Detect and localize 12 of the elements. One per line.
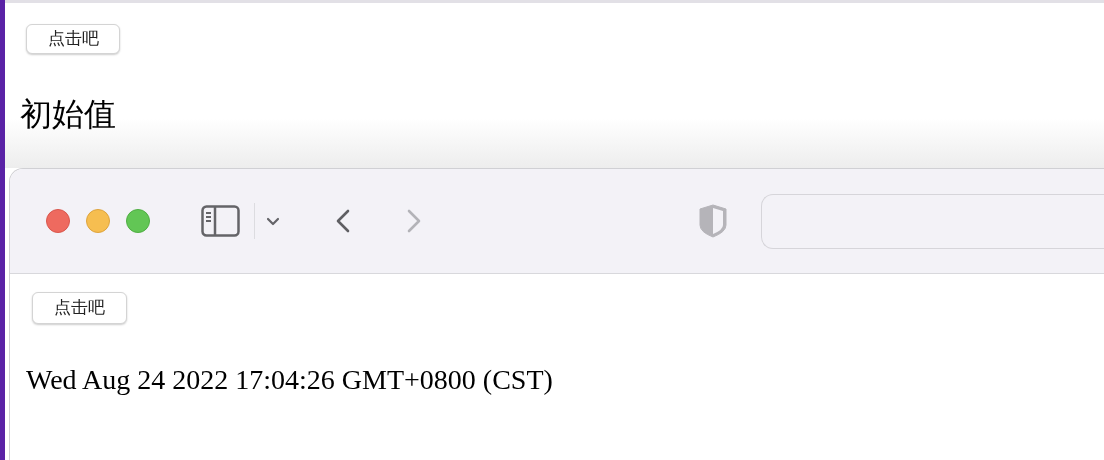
- maximize-button[interactable]: [126, 209, 150, 233]
- address-field[interactable]: [761, 193, 1104, 249]
- chevron-down-icon[interactable]: [266, 216, 280, 226]
- click-button[interactable]: 点击吧: [26, 24, 120, 54]
- shield-icon[interactable]: [699, 204, 727, 238]
- date-text: Wed Aug 24 2022 17:04:26 GMT+0800 (CST): [26, 366, 553, 394]
- minimize-button[interactable]: [86, 209, 110, 233]
- close-button[interactable]: [46, 209, 70, 233]
- back-icon[interactable]: [334, 208, 352, 234]
- value-text: 初始值: [20, 98, 116, 130]
- sidebar-icon[interactable]: [201, 205, 240, 237]
- click-button[interactable]: 点击吧: [32, 292, 127, 324]
